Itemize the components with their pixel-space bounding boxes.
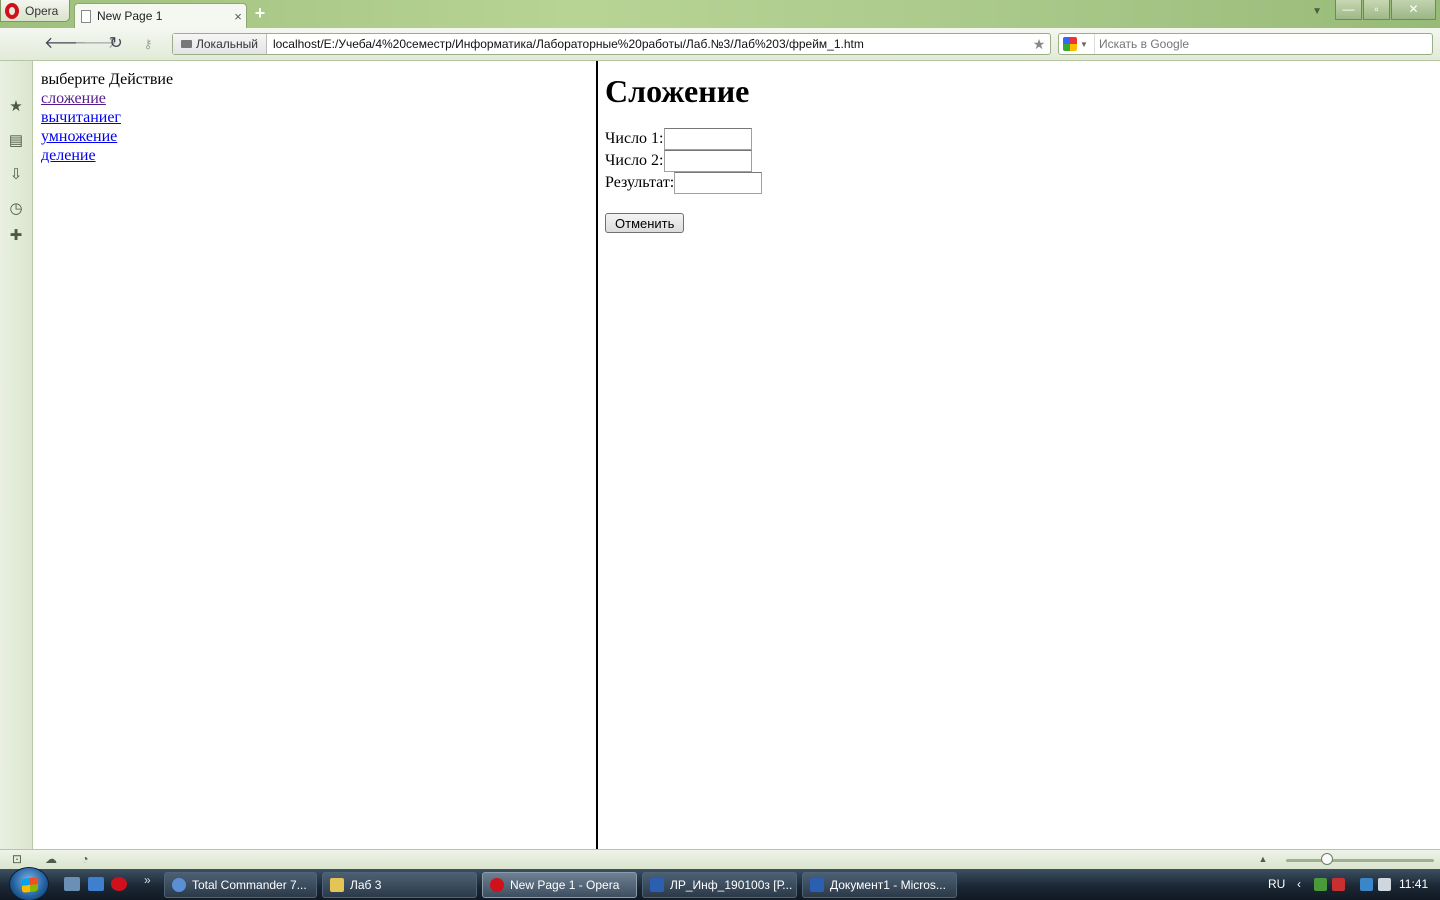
search-engine-selector[interactable]: ▼ <box>1059 34 1095 54</box>
task-label: Лаб 3 <box>350 878 382 892</box>
search-input[interactable] <box>1095 37 1415 51</box>
menu-prompt: выберите Действие <box>41 71 174 88</box>
navigation-bar: 🡐 🡒 ↻ ⚷ Локальный localhost/E:/Учеба/4%2… <box>0 28 1440 61</box>
star-icon[interactable]: ★ <box>7 98 25 116</box>
word-icon <box>650 878 664 892</box>
opera-icon <box>490 878 504 892</box>
result-label: Результат: <box>605 174 675 191</box>
forward-arrow-icon[interactable]: 🡒 <box>74 35 117 53</box>
antivirus-icon[interactable] <box>1332 878 1345 891</box>
taskbar: » Total Commander 7... Лаб 3 New Page 1 … <box>0 867 1440 900</box>
tab-title: New Page 1 <box>97 9 163 23</box>
wand-key-icon[interactable]: ⚷ <box>138 35 158 53</box>
clock[interactable]: 11:41 <box>1399 877 1428 891</box>
address-url[interactable]: localhost/E:/Учеба/4%20семестр/Информати… <box>267 37 1028 51</box>
task-word-document1[interactable]: Документ1 - Micros... <box>802 872 957 898</box>
quick-launch-chevron-icon[interactable]: » <box>144 873 151 887</box>
action-center-icon[interactable] <box>1360 878 1373 891</box>
volume-icon[interactable] <box>1378 878 1391 891</box>
zoom-slider[interactable] <box>1286 859 1434 862</box>
result-field[interactable] <box>674 172 763 194</box>
task-lab-3[interactable]: Лаб 3 <box>322 872 477 898</box>
status-bar: ⊡ ☁ ◔ ▲ <box>0 849 1440 869</box>
explorer-icon[interactable] <box>64 877 80 891</box>
maximize-button[interactable]: ▫ <box>1363 0 1390 20</box>
tab-new-page-1[interactable]: New Page 1 × <box>74 3 247 28</box>
total-commander-icon <box>172 878 186 892</box>
reload-icon[interactable]: ↻ <box>106 35 126 53</box>
page-title: Сложение <box>605 73 750 109</box>
number-2-label: Число 2: <box>605 152 664 169</box>
task-opera[interactable]: New Page 1 - Opera <box>482 872 637 898</box>
notes-icon[interactable]: ▤ <box>7 132 25 150</box>
site-security-badge[interactable]: Локальный <box>173 34 267 54</box>
star-icon[interactable]: ★ <box>1028 36 1050 53</box>
turbo-icon[interactable]: ◔ <box>77 852 93 866</box>
opera-icon[interactable] <box>111 877 127 891</box>
unite-cloud-icon[interactable]: ☁ <box>43 852 59 866</box>
chevron-down-icon: ▼ <box>1080 39 1088 49</box>
number-1-field[interactable] <box>663 128 752 150</box>
task-word-lab-report[interactable]: ЛР_Инф_190100з [Р... <box>642 872 797 898</box>
zoom-slider-handle[interactable] <box>1321 853 1333 865</box>
network-icon[interactable] <box>1314 878 1327 891</box>
start-button[interactable] <box>9 867 49 900</box>
link-multiplication[interactable]: умножение <box>41 127 589 146</box>
new-tab-button[interactable]: + <box>252 4 268 22</box>
task-label: New Page 1 - Opera <box>510 878 620 892</box>
number-1-label: Число 1: <box>605 130 664 147</box>
close-window-button[interactable]: ✕ <box>1391 0 1436 20</box>
menu-frame: выберите Действие сложение вычитаниег ум… <box>34 61 596 849</box>
result-row: Результат: <box>605 172 1433 194</box>
language-indicator[interactable]: RU <box>1268 877 1285 891</box>
content-frame: Сложение Число 1: Число 2: Результат: От… <box>598 61 1440 849</box>
opera-logo-icon <box>5 2 19 19</box>
side-panel: ★ ▤ ⇩ ◷ ✚ <box>0 61 33 849</box>
back-arrow-icon[interactable]: 🡐 <box>44 35 87 53</box>
minimize-button[interactable]: — <box>1335 0 1362 20</box>
search-bar[interactable]: ▼ <box>1058 33 1433 55</box>
page-icon <box>81 9 91 23</box>
downloads-icon[interactable]: ⇩ <box>7 166 25 184</box>
history-icon[interactable]: ◷ <box>7 200 25 218</box>
cancel-button[interactable]: Отменить <box>605 213 685 233</box>
address-bar[interactable]: Локальный localhost/E:/Учеба/4%20семестр… <box>172 33 1051 55</box>
title-bar: Opera New Page 1 × + ▼ — ▫ ✕ <box>0 0 1440 28</box>
number-1-row: Число 1: <box>605 128 1433 150</box>
link-subtraction[interactable]: вычитаниег <box>41 108 589 127</box>
window-controls: — ▫ ✕ <box>1335 0 1436 20</box>
folder-icon <box>330 878 344 892</box>
computer-icon <box>181 40 192 48</box>
show-hidden-icons-icon[interactable]: ‹ <box>1297 877 1301 891</box>
word-icon <box>810 878 824 892</box>
link-division[interactable]: деление <box>41 146 589 165</box>
task-total-commander[interactable]: Total Commander 7... <box>164 872 317 898</box>
site-badge-label: Локальный <box>196 37 258 51</box>
number-2-field[interactable] <box>663 150 752 172</box>
view-up-icon[interactable]: ▲ <box>1255 852 1271 866</box>
opera-menu-label: Opera <box>25 3 59 18</box>
task-label: Документ1 - Micros... <box>830 878 946 892</box>
link-addition[interactable]: сложение <box>41 89 589 108</box>
show-desktop-icon[interactable] <box>88 877 104 891</box>
tab-close-icon[interactable]: × <box>230 9 246 24</box>
google-icon <box>1063 37 1077 51</box>
task-label: ЛР_Инф_190100з [Р... <box>670 878 793 892</box>
panel-toggle-icon[interactable]: ⊡ <box>9 852 25 866</box>
opera-menu-button[interactable]: Opera <box>0 0 70 22</box>
number-2-row: Число 2: <box>605 150 1433 172</box>
tab-list-chevron-icon[interactable]: ▼ <box>1312 6 1322 17</box>
add-panel-icon[interactable]: ✚ <box>7 227 25 245</box>
task-label: Total Commander 7... <box>192 878 307 892</box>
